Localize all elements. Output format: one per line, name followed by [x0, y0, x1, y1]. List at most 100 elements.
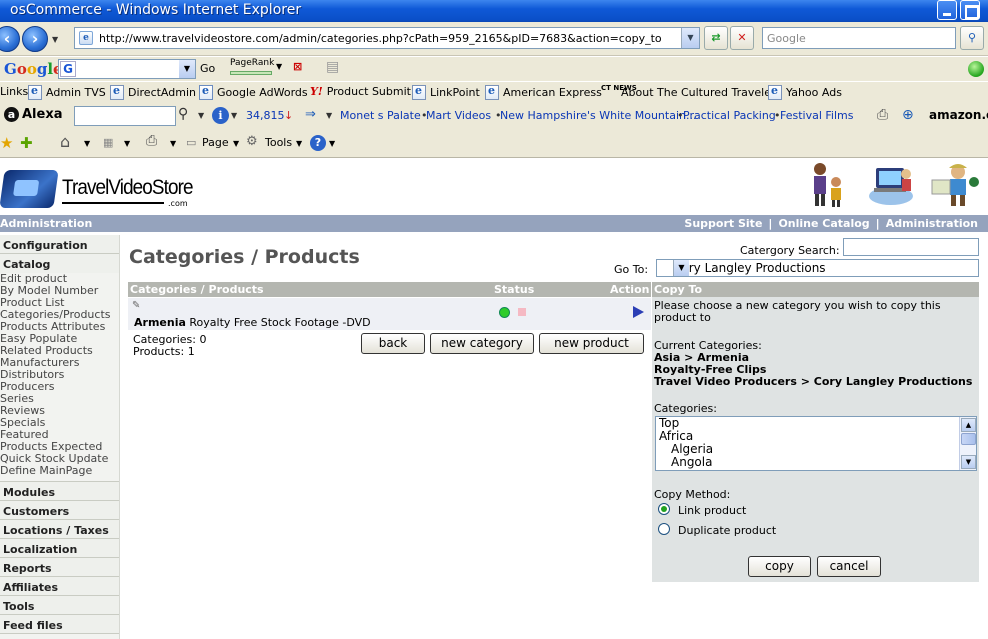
category-option[interactable]: Angola [656, 456, 976, 469]
notepad-icon[interactable]: ▤ [326, 59, 339, 75]
alexa-dropdown-icon[interactable]: ▼ [198, 111, 204, 120]
category-search-input[interactable] [843, 238, 979, 256]
col-action: Action [610, 283, 650, 296]
menu-catalog[interactable]: Catalog [0, 254, 119, 273]
duplicate-product-radio[interactable] [658, 523, 670, 535]
back-button[interactable]: back [361, 333, 425, 354]
cancel-button[interactable]: cancel [817, 556, 881, 577]
alexa-link-new-hampshire[interactable]: New Hampshire's White Mountain... [500, 109, 696, 122]
administration-link[interactable]: Administration [886, 217, 978, 230]
link-cultured-traveler[interactable]: CT NEWS About The Cultured Traveler [601, 85, 775, 100]
add-favorites-icon[interactable]: ✚ [20, 134, 33, 152]
info-icon[interactable]: i [212, 107, 229, 124]
back-icon[interactable]: ‹ [0, 26, 20, 52]
help-dropdown-icon[interactable]: ▼ [329, 139, 335, 148]
tools-dropdown-icon[interactable]: ▼ [296, 139, 302, 148]
google-search-input[interactable]: G ▼ [58, 59, 196, 79]
menu-item-define-mainpage[interactable]: Define MainPage [0, 465, 119, 477]
online-catalog-link[interactable]: Online Catalog [778, 217, 869, 230]
menu-modules[interactable]: Modules [0, 482, 119, 501]
info-dropdown-icon[interactable]: ▼ [231, 111, 237, 120]
search-icon[interactable]: ⚲ [960, 26, 984, 50]
copy-button[interactable]: copy [748, 556, 811, 577]
link-product-label[interactable]: Link product [678, 505, 746, 517]
admin-bar: Administration Support Site | Online Catal… [0, 215, 988, 232]
minimize-button[interactable] [937, 0, 957, 20]
support-site-link[interactable]: Support Site [684, 217, 762, 230]
category-option[interactable]: Top [656, 417, 976, 430]
google-logo[interactable]: Google [4, 60, 63, 78]
url-field[interactable]: e http://www.travelvideostore.com/admin/… [74, 27, 700, 49]
home-icon[interactable]: ⌂ [60, 132, 70, 151]
scroll-thumb[interactable] [961, 433, 976, 445]
duplicate-product-label[interactable]: Duplicate product [678, 525, 776, 537]
tools-menu[interactable]: Tools [265, 136, 292, 149]
print-icon[interactable]: ⎙ [146, 133, 157, 149]
explorer-illustration-icon [928, 160, 982, 208]
link-product-submit[interactable]: Y! Product Submit [310, 85, 411, 98]
listbox-scrollbar[interactable]: ▲ ▼ [959, 417, 976, 470]
redirect-dropdown-icon[interactable]: ▼ [326, 111, 332, 120]
google-go-button[interactable]: Go [200, 62, 215, 75]
menu-customers[interactable]: Customers [0, 501, 119, 520]
status-active-icon[interactable] [499, 307, 510, 318]
url-dropdown-icon[interactable]: ▼ [681, 28, 699, 48]
refresh-icon[interactable]: ⇄ [704, 26, 728, 50]
page-menu[interactable]: Page [202, 136, 229, 149]
alexa-link-festival[interactable]: Festival Films [780, 109, 853, 122]
alexa-search-icon[interactable]: ⚲ [178, 106, 188, 122]
link-product-radio[interactable] [658, 503, 670, 515]
browser-search-placeholder: Google [767, 32, 806, 45]
alexa-link-monet[interactable]: Monet s Palate [340, 109, 421, 122]
action-arrow-icon[interactable] [633, 306, 644, 318]
edit-pencil-icon[interactable]: ✎ [132, 300, 140, 311]
link-linkpoint[interactable]: LinkPoint [412, 84, 480, 100]
home-dropdown-icon[interactable]: ▼ [84, 139, 90, 148]
menu-reports[interactable]: Reports [0, 558, 119, 577]
alexa-link-mart[interactable]: Mart Videos [426, 109, 491, 122]
menu-tools[interactable]: Tools [0, 596, 119, 615]
new-category-button[interactable]: new category [430, 333, 534, 354]
favorites-star-icon[interactable]: ★ [0, 134, 13, 152]
alexa-search-input[interactable] [74, 106, 176, 126]
print-dropdown-icon[interactable]: ▼ [170, 139, 176, 148]
link-google-adwords[interactable]: Google AdWords [199, 84, 308, 100]
google-dropdown-icon[interactable]: ▼ [179, 60, 195, 78]
menu-affiliates[interactable]: Affiliates [0, 577, 119, 596]
scroll-up-icon[interactable]: ▲ [961, 418, 976, 432]
table-row[interactable]: ✎ Armenia Royalty Free Stock Footage -DV… [128, 298, 651, 330]
amazon-logo[interactable]: amazon.com [929, 108, 988, 122]
maximize-button[interactable] [960, 0, 980, 20]
store-logo[interactable]: TravelVideoStore .com [0, 162, 200, 214]
forward-icon[interactable]: › [22, 26, 48, 52]
link-admin-tvs[interactable]: Admin TVS [28, 84, 106, 100]
menu-locations-taxes[interactable]: Locations / Taxes [0, 520, 119, 539]
feeds-dropdown-icon[interactable]: ▼ [124, 139, 130, 148]
alexa-link-packing[interactable]: Practical Packing [683, 109, 776, 122]
printer-icon[interactable]: ⎙ [877, 107, 888, 123]
feeds-icon[interactable]: ▦ [103, 136, 113, 149]
menu-localization[interactable]: Localization [0, 539, 119, 558]
alexa-logo[interactable]: a Alexa [4, 107, 63, 122]
globe-icon[interactable]: ⊕ [902, 107, 914, 123]
new-product-button[interactable]: new product [539, 333, 644, 354]
menu-feed-files[interactable]: Feed files [0, 615, 119, 634]
help-icon[interactable]: ? [310, 135, 326, 151]
link-american-express[interactable]: American Express [485, 84, 602, 100]
chevron-down-icon[interactable]: ▼ [673, 260, 689, 276]
goto-select[interactable]: Cory Langley Productions ▼ [656, 259, 979, 277]
redirect-icon[interactable]: ⇒ [305, 107, 316, 122]
scroll-down-icon[interactable]: ▼ [961, 455, 976, 469]
browser-search-input[interactable]: Google [762, 27, 956, 49]
categories-listbox[interactable]: Top Africa Algeria Angola ▲ ▼ [655, 416, 977, 471]
menu-configuration[interactable]: Configuration [0, 235, 119, 254]
history-dropdown-icon[interactable]: ▼ [52, 35, 58, 44]
stop-icon[interactable]: ✕ [730, 26, 754, 50]
link-directadmin[interactable]: DirectAdmin [110, 84, 196, 100]
page-dropdown-icon[interactable]: ▼ [233, 139, 239, 148]
alexa-rank[interactable]: 34,815 [246, 109, 285, 122]
link-yahoo-ads[interactable]: Yahoo Ads [768, 84, 842, 100]
pagerank-dropdown-icon[interactable]: ▼ [276, 62, 282, 71]
status-inactive-icon[interactable] [518, 308, 526, 316]
popup-blocker-icon[interactable]: ⊠ [293, 60, 302, 73]
